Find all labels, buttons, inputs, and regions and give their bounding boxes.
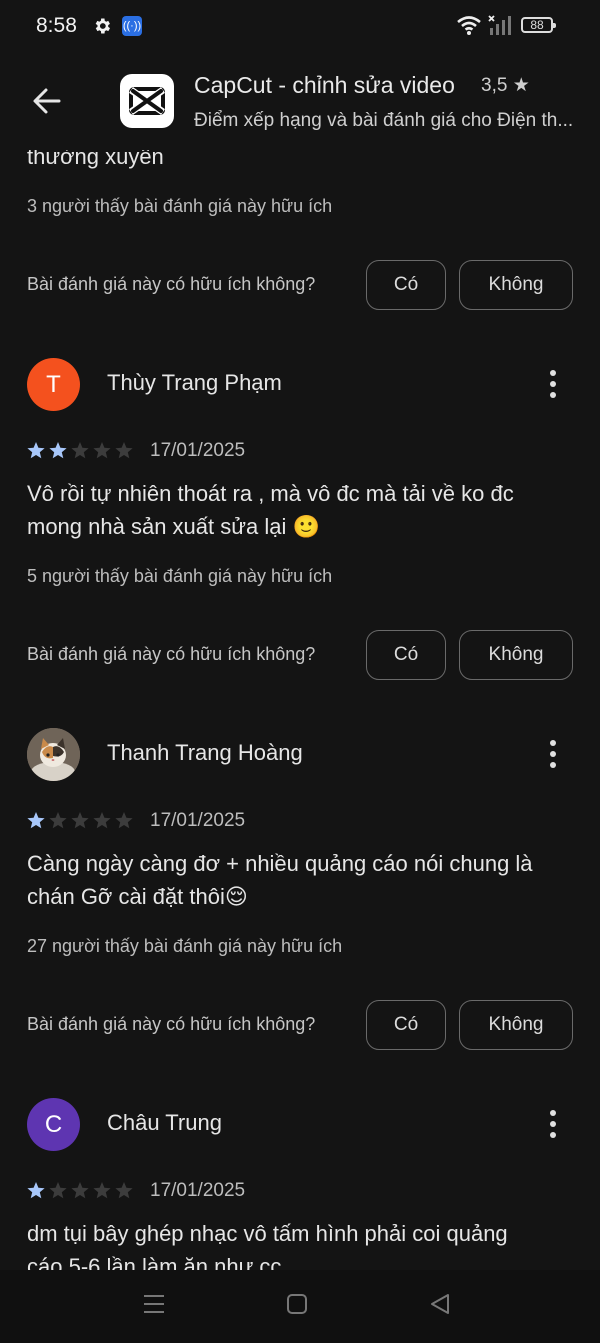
helpful-no-button[interactable]: Không — [459, 260, 573, 310]
battery-icon: 88 — [521, 17, 556, 33]
star-empty-icon — [93, 442, 111, 459]
app-title: CapCut - chỉnh sửa video — [194, 72, 455, 98]
avatar: T — [27, 358, 80, 411]
helpful-yes-button[interactable]: Có — [366, 630, 446, 680]
back-nav-icon[interactable] — [428, 1292, 452, 1316]
app-rating-value: 3,5 — [481, 75, 508, 96]
star-empty-icon — [71, 1182, 89, 1199]
helpful-question: Bài đánh giá này có hữu ích không? — [27, 1014, 316, 1034]
app-subtitle: Điểm xếp hạng và bài đánh giá cho Điện t… — [194, 110, 574, 131]
star-filled-icon — [27, 812, 45, 829]
wifi-icon — [457, 16, 481, 35]
app-header: CapCut - chỉnh sửa video 3,5 ★ Điểm xếp … — [0, 54, 600, 150]
star-empty-icon — [115, 442, 133, 459]
review-text-line: dm tụi bây ghép nhạc vô tấm hình phải co… — [27, 1221, 508, 1246]
gear-icon — [95, 18, 110, 34]
star-empty-icon — [71, 812, 89, 829]
helpful-yes-button[interactable]: Có — [366, 1000, 446, 1050]
helpful-question: Bài đánh giá này có hữu ích không? — [27, 274, 316, 294]
hotspot-icon: ((·)) — [122, 16, 142, 36]
reviewer-name: Thùy Trang Phạm — [107, 370, 282, 395]
star-filled-icon — [27, 1182, 45, 1199]
star-rating — [27, 442, 133, 459]
review-text-line: Vô rồi tự nhiên thoát ra , mà vô đc mà t… — [27, 481, 514, 506]
more-options-icon[interactable] — [543, 737, 563, 771]
home-icon[interactable] — [286, 1292, 308, 1316]
status-bar: 8:58 ((·)) 88 — [0, 0, 600, 54]
system-nav-bar — [0, 1270, 600, 1343]
recents-icon[interactable] — [142, 1292, 166, 1316]
more-options-icon[interactable] — [543, 367, 563, 401]
status-time: 8:58 — [36, 14, 77, 37]
review-text-line: Càng ngày càng đơ + nhiều quảng cáo nói … — [27, 851, 533, 876]
review-date: 17/01/2025 — [150, 440, 246, 461]
review-date: 17/01/2025 — [150, 810, 246, 831]
more-options-icon[interactable] — [543, 1107, 563, 1141]
helpful-no-button[interactable]: Không — [459, 630, 573, 680]
helpful-question: Bài đánh giá này có hữu ích không? — [27, 644, 316, 664]
cat-photo-icon — [27, 728, 80, 781]
reviewer-name: Châu Trung — [107, 1110, 222, 1135]
star-empty-icon — [71, 442, 89, 459]
helpful-no-button[interactable]: Không — [459, 1000, 573, 1050]
helpful-yes-button[interactable]: Có — [366, 260, 446, 310]
star-empty-icon — [49, 1182, 67, 1199]
star-empty-icon — [93, 812, 111, 829]
star-empty-icon — [49, 812, 67, 829]
star-empty-icon — [115, 812, 133, 829]
back-arrow-icon[interactable] — [30, 84, 64, 118]
helpful-count: 3 người thấy bài đánh giá này hữu ích — [27, 196, 333, 216]
helpful-count: 27 người thấy bài đánh giá này hữu ích — [27, 936, 343, 956]
app-rating: 3,5 ★ — [481, 74, 530, 97]
avatar: C — [27, 1098, 80, 1151]
review-text-line: chán Gỡ cài đặt thôi😌 — [27, 884, 248, 909]
review-text-line: mong nhà sản xuất sửa lại 🙂 — [27, 514, 320, 539]
capcut-logo-icon — [120, 74, 174, 128]
review-date: 17/01/2025 — [150, 1180, 246, 1201]
star-empty-icon — [93, 1182, 111, 1199]
star-rating — [27, 812, 133, 829]
star-rating — [27, 1182, 133, 1199]
star-empty-icon — [115, 1182, 133, 1199]
reviewer-name: Thanh Trang Hoàng — [107, 740, 303, 765]
star-filled-icon — [27, 442, 45, 459]
signal-icon — [488, 15, 511, 35]
star-icon: ★ — [512, 75, 530, 96]
star-filled-icon — [49, 442, 67, 459]
helpful-count: 5 người thấy bài đánh giá này hữu ích — [27, 566, 333, 586]
avatar-photo — [27, 728, 80, 781]
